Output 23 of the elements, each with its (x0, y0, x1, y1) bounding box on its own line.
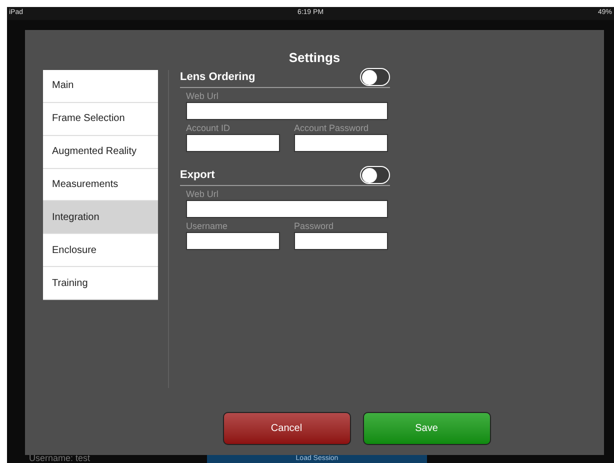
sidebar-item[interactable]: Augmented Reality (43, 136, 158, 169)
sidebar-item[interactable]: Integration (43, 201, 158, 234)
sidebar-item[interactable]: Measurements (43, 168, 158, 202)
section-title: Lens Ordering (180, 70, 256, 85)
field-label: Web Url (186, 90, 220, 102)
input-field[interactable] (294, 134, 388, 152)
section-title: Export (180, 168, 215, 183)
field-label: Account Password (294, 122, 370, 134)
field-label: Account ID (186, 122, 232, 134)
input-field[interactable] (186, 102, 388, 120)
input-field[interactable] (186, 200, 388, 218)
input-field[interactable] (186, 232, 280, 250)
field-label: Password (294, 220, 335, 232)
username-text: Username: test (29, 453, 90, 463)
field-label: Username (186, 220, 229, 232)
save-button[interactable]: Save (362, 412, 490, 445)
input-field[interactable] (186, 134, 280, 152)
toggle-switch[interactable] (360, 68, 390, 86)
cancel-button[interactable]: Cancel (222, 412, 350, 445)
input-field[interactable] (294, 232, 388, 250)
field-label: Web Url (186, 188, 220, 200)
dialog-title: Settings (288, 49, 342, 66)
toggle-switch[interactable] (360, 166, 390, 184)
